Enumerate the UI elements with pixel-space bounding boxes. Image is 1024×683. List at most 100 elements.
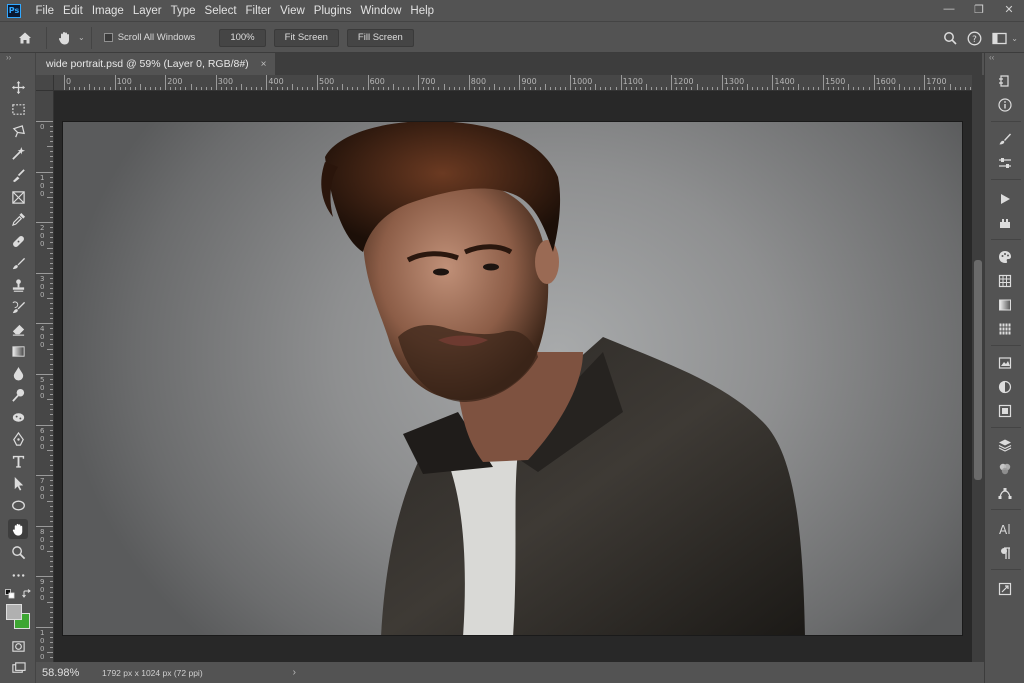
eraser-tool[interactable] — [8, 319, 28, 339]
workspace-icon[interactable] — [992, 32, 1007, 45]
horizontal-ruler[interactable]: 0 100 200 300 400 500 600 700 800 900 1000 1100 1200… — [54, 75, 972, 91]
pen-tool[interactable] — [8, 429, 28, 449]
tool-presets-panel-button[interactable] — [995, 213, 1015, 233]
vertical-scroll-thumb[interactable] — [974, 260, 982, 480]
menu-window[interactable]: Window — [356, 0, 406, 22]
ruler-minor-tick — [50, 409, 53, 411]
ruler-minor-tick — [50, 490, 53, 492]
quick-mask-button[interactable] — [8, 636, 28, 656]
ruler-minor-tick — [463, 87, 465, 90]
swatches-panel-button[interactable] — [995, 271, 1015, 291]
chevron-down-icon[interactable]: ⌄ — [1011, 34, 1018, 43]
brush-tool[interactable] — [8, 253, 28, 273]
document-tab-bar: wide portrait.psd @ 59% (Layer 0, RGB/8#… — [36, 53, 982, 75]
default-colors-icon[interactable] — [5, 589, 15, 599]
document-tab[interactable]: wide portrait.psd @ 59% (Layer 0, RGB/8#… — [36, 53, 275, 75]
history-brush-tool[interactable] — [8, 297, 28, 317]
close-tab-button[interactable]: × — [261, 59, 267, 70]
menu-view[interactable]: View — [276, 0, 310, 22]
layers-panel-button[interactable] — [995, 435, 1015, 455]
clone-stamp-tool[interactable] — [8, 275, 28, 295]
minimize-button[interactable]: — — [934, 0, 964, 18]
history-panel-button[interactable] — [995, 71, 1015, 91]
color-panel-button[interactable] — [995, 247, 1015, 267]
hand-tool[interactable] — [8, 519, 28, 539]
collapse-icon[interactable]: ›› — [6, 53, 11, 62]
type-tool[interactable] — [8, 451, 28, 471]
ruler-corner[interactable] — [36, 75, 54, 91]
restore-button[interactable]: ❐ — [964, 0, 994, 18]
ruler-top-label: 200 — [167, 77, 183, 86]
vertical-scrollbar[interactable] — [972, 75, 984, 662]
menu-file[interactable]: File — [31, 0, 59, 22]
menu-type[interactable]: Type — [166, 0, 200, 22]
fill-screen-button[interactable]: Fill Screen — [346, 28, 414, 47]
paragraph-panel-button[interactable] — [995, 543, 1015, 563]
patterns-panel-button[interactable] — [995, 319, 1015, 339]
glyphs-panel-button[interactable] — [995, 579, 1015, 599]
search-icon[interactable] — [943, 31, 957, 45]
ellipse-tool[interactable] — [8, 495, 28, 515]
channels-panel-button[interactable] — [995, 459, 1015, 479]
photoshop-window: Ps File Edit Image Layer Type Select Fil… — [0, 0, 1024, 683]
close-window-button[interactable]: ✕ — [994, 0, 1024, 18]
path-select-tool[interactable] — [8, 473, 28, 493]
menu-layer[interactable]: Layer — [128, 0, 166, 22]
menu-image[interactable]: Image — [87, 0, 128, 22]
ruler-major-tick — [36, 627, 53, 628]
expand-panels-icon[interactable]: ‹‹ — [989, 53, 994, 62]
lasso-tool[interactable] — [8, 121, 28, 141]
tool-preset-picker[interactable]: ⌄ — [57, 30, 85, 46]
ruler-minor-tick — [615, 87, 617, 90]
menu-filter[interactable]: Filter — [241, 0, 276, 22]
brushes-panel-button[interactable] — [995, 129, 1015, 149]
libraries-panel-button[interactable] — [995, 353, 1015, 373]
ruler-major-tick — [418, 75, 420, 90]
adjust-panel-button[interactable] — [995, 153, 1015, 173]
brush-select-tool[interactable] — [8, 165, 28, 185]
canvas-area[interactable] — [54, 91, 972, 662]
ruler-minor-tick — [104, 87, 106, 90]
vertical-ruler[interactable]: 0 100 200 300 400 500 600 700 800 900 1000 — [36, 91, 54, 662]
more-tools[interactable] — [8, 565, 28, 585]
healing-brush-tool[interactable] — [8, 231, 28, 251]
checkbox-box[interactable] — [103, 33, 113, 42]
screen-mode-button[interactable] — [8, 658, 28, 678]
status-menu-arrow[interactable]: › — [293, 667, 296, 678]
character-panel-button[interactable]: A — [995, 519, 1015, 539]
info-panel-button[interactable] — [995, 95, 1015, 115]
menu-help[interactable]: Help — [406, 0, 439, 22]
magic-wand-tool[interactable] — [8, 143, 28, 163]
document-canvas[interactable] — [62, 121, 963, 636]
blur-tool[interactable] — [8, 363, 28, 383]
foreground-color-swatch[interactable] — [6, 604, 22, 620]
zoom-tool[interactable] — [8, 542, 28, 562]
paths-panel-button[interactable] — [995, 483, 1015, 503]
gradients-panel-button[interactable] — [995, 295, 1015, 315]
dodge-tool[interactable] — [8, 385, 28, 405]
scroll-all-windows-checkbox[interactable]: Scroll All Windows — [103, 32, 195, 43]
adjustments-panel-button[interactable] — [995, 377, 1015, 397]
sponge-tool[interactable] — [8, 407, 28, 427]
gradient-tool[interactable] — [8, 341, 28, 361]
move-tool[interactable] — [8, 77, 28, 97]
ruler-minor-tick — [50, 212, 53, 214]
eyedropper-tool[interactable] — [8, 209, 28, 229]
fit-screen-button[interactable]: Fit Screen — [273, 28, 339, 47]
ruler-left-label: 800 — [40, 527, 45, 552]
ruler-left-label: 900 — [40, 578, 45, 603]
menu-plugins[interactable]: Plugins — [309, 0, 356, 22]
zoom-100-button[interactable]: 100% — [219, 28, 266, 47]
properties-panel-button[interactable] — [995, 401, 1015, 421]
help-icon[interactable]: ? — [967, 31, 982, 46]
ruler-left-label: 0 — [40, 123, 45, 131]
ruler-minor-tick — [494, 84, 496, 90]
home-button[interactable] — [10, 23, 40, 53]
zoom-level[interactable]: 58.98% — [42, 667, 94, 679]
menu-select[interactable]: Select — [200, 0, 241, 22]
menu-edit[interactable]: Edit — [59, 0, 88, 22]
frame-tool[interactable] — [8, 187, 28, 207]
actions-panel-button[interactable] — [995, 189, 1015, 209]
marquee-tool[interactable] — [8, 99, 28, 119]
swap-colors-icon[interactable] — [22, 589, 32, 599]
